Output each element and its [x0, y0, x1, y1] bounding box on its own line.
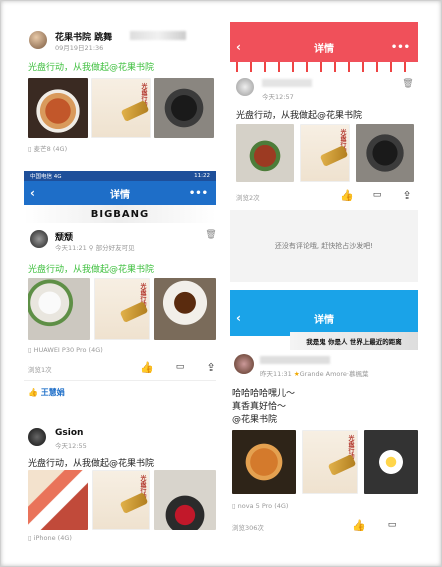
profile-banner: 我是鬼 你是人 世界上最近的距离	[290, 332, 418, 350]
comment-empty-area: 还没有评论哦, 赶快抢占沙发吧!	[230, 210, 418, 282]
status-carrier: 中国电信 4G	[30, 174, 62, 180]
festive-banner	[230, 62, 418, 72]
status-bar: 中国电信 4G 11:22	[24, 171, 216, 181]
photo-food[interactable]	[28, 78, 88, 138]
nav-title: 详情	[314, 43, 334, 55]
comment-icon[interactable]: ▭	[173, 360, 187, 374]
post-text[interactable]: 光盘行动，从我做起@花果书院	[28, 262, 154, 275]
photo-poster[interactable]: 光盘行动	[91, 78, 151, 138]
like-icon[interactable]: 👍	[340, 188, 354, 202]
banner-text: 我是鬼 你是人 世界上最近的距离	[306, 338, 402, 346]
device-name: iPhone (4G)	[33, 534, 72, 542]
post-time: 今天12:55	[55, 442, 87, 450]
device-name: HUAWEI P30 Pro (4G)	[33, 346, 103, 354]
post-author[interactable]: Gsion	[55, 428, 83, 438]
post-line-1[interactable]: 哈哈哈哈嘿儿～	[232, 386, 295, 399]
view-count: 浏览306次	[232, 524, 264, 532]
avatar[interactable]	[236, 78, 254, 96]
post-time: 今天12:57	[262, 93, 294, 101]
photo-noodle[interactable]	[232, 430, 296, 494]
empty-comment-text: 还没有评论哦, 赶快抢占沙发吧!	[274, 242, 374, 250]
nav-bar: ‹ 详情 •••	[24, 181, 216, 205]
like-list: 👍 王慧娟	[28, 388, 65, 397]
photo-bowl[interactable]	[356, 124, 414, 182]
post-time: 昨天11:31	[260, 370, 292, 378]
device-label: ▯ iPhone (4G)	[28, 534, 72, 542]
visibility: 部分好友可见	[95, 244, 135, 252]
post-text[interactable]: 光盘行动，从我做起@花果书院	[28, 456, 154, 469]
comment-icon[interactable]: ▭	[385, 518, 399, 532]
like-user[interactable]: 王慧娟	[41, 388, 65, 397]
post-meta: 昨天11:31 ★Grande Amore·慕楓葉	[260, 368, 369, 378]
like-icon[interactable]: 👍	[352, 518, 366, 532]
more-icon[interactable]: •••	[391, 42, 410, 53]
name-blur	[260, 356, 330, 364]
photo-egg[interactable]	[364, 430, 418, 494]
status-bar	[230, 290, 418, 300]
share-icon[interactable]: ⇪	[204, 360, 218, 374]
share-icon[interactable]: ⇪	[400, 188, 414, 202]
trash-icon[interactable]: 🗑	[402, 78, 414, 90]
post-time: 今天11:21	[55, 244, 87, 252]
photo-bowl[interactable]	[154, 78, 214, 138]
nav-title: 详情	[110, 189, 130, 201]
photo-poster[interactable]: 光盘行动	[302, 430, 358, 494]
photo-table[interactable]	[154, 470, 216, 530]
user-badge: Grande Amore·慕楓葉	[299, 370, 369, 378]
back-icon[interactable]: ‹	[236, 40, 241, 54]
device-label: ▯ 麦芒8 (4G)	[28, 145, 68, 153]
photo-poster[interactable]: 光盘行动	[300, 124, 350, 182]
post-line-2[interactable]: 真香真好恰～	[232, 399, 286, 412]
post-date: 09月19日21:36	[55, 44, 104, 52]
trash-icon[interactable]: 🗑	[205, 229, 217, 241]
device-name: nova 5 Pro (4G)	[237, 502, 289, 510]
photo-poster[interactable]: 光盘行动	[92, 470, 150, 530]
more-icon[interactable]: •••	[189, 188, 208, 199]
name-blur	[262, 79, 312, 87]
photo-dumpling[interactable]	[28, 278, 90, 340]
nav-bar: ‹ 详情	[230, 300, 418, 336]
nav-bar: ‹ 详情 •••	[230, 32, 418, 62]
name-blur	[130, 31, 186, 40]
post-text[interactable]: 光盘行动，从我做起@花果书院	[236, 108, 362, 121]
nav-title: 详情	[314, 314, 334, 326]
view-count: 浏览2次	[236, 194, 260, 202]
photo-poster[interactable]: 光盘行动	[94, 278, 150, 340]
avatar[interactable]	[234, 354, 254, 374]
status-bar	[230, 22, 418, 32]
banner-text: BIGBANG	[90, 208, 150, 220]
back-icon[interactable]: ‹	[30, 186, 35, 200]
device-name: 麦芒8 (4G)	[33, 145, 68, 153]
avatar[interactable]	[28, 428, 46, 446]
avatar[interactable]	[30, 230, 48, 248]
divider	[24, 380, 216, 381]
status-time: 11:22	[194, 173, 210, 179]
comment-icon[interactable]: ▭	[370, 188, 384, 202]
device-label: ▯ HUAWEI P30 Pro (4G)	[28, 346, 103, 354]
post-line-3[interactable]: @花果书院	[232, 412, 277, 425]
post-text[interactable]: 光盘行动，从我做起@花果书院	[28, 60, 154, 73]
like-icon[interactable]: 👍	[140, 360, 154, 374]
back-icon[interactable]: ‹	[236, 311, 241, 325]
post-meta: 今天11:21 ⚲ 部分好友可见	[55, 244, 135, 252]
avatar[interactable]	[29, 31, 47, 49]
bigbang-banner: BIGBANG	[24, 205, 216, 223]
photo-sauce[interactable]	[154, 278, 216, 340]
device-label: ▯ nova 5 Pro (4G)	[232, 502, 289, 510]
photo-food[interactable]	[236, 124, 294, 182]
photo-sushi[interactable]	[28, 470, 88, 530]
view-count: 浏览1次	[28, 366, 52, 374]
